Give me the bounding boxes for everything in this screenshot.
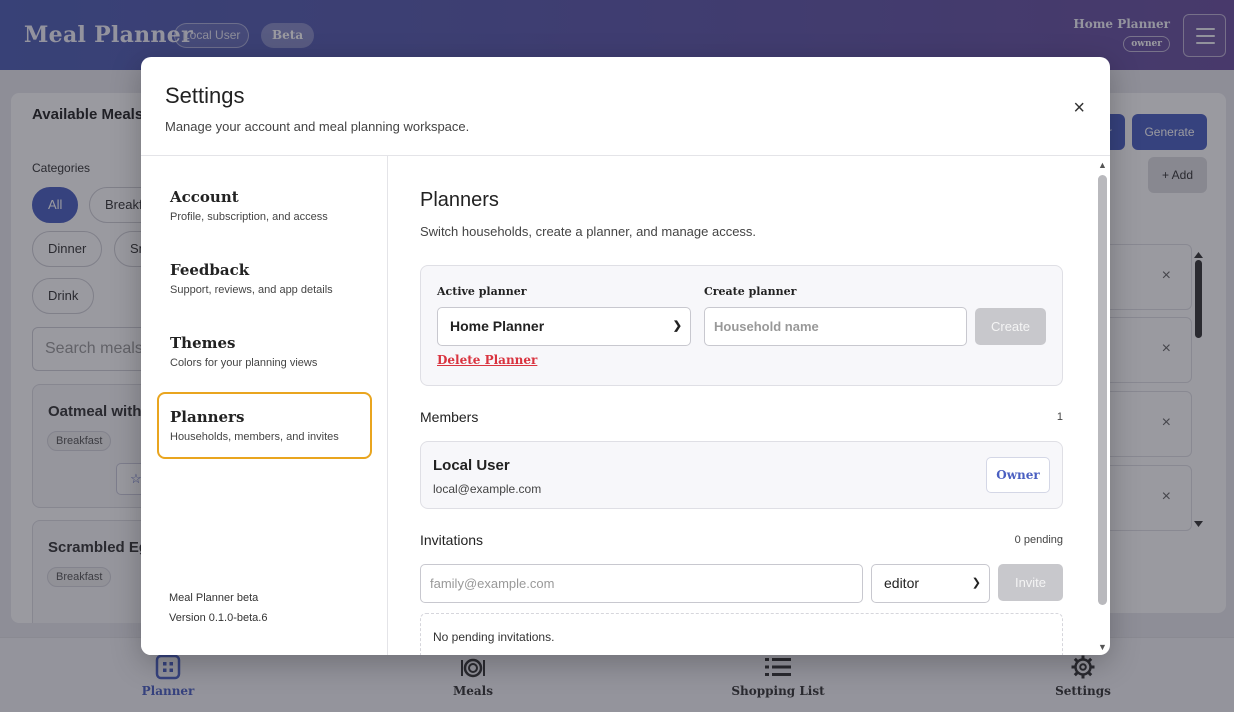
- sidebar-item-title: Planners: [170, 408, 245, 426]
- sidebar-item-title: Themes: [170, 334, 236, 352]
- sidebar-item-title: Account: [170, 188, 239, 206]
- active-planner-select[interactable]: Home Planner ❯: [437, 307, 691, 346]
- modal-scrollbar[interactable]: ▲ ▼: [1095, 157, 1110, 655]
- delete-planner-link[interactable]: Delete Planner: [437, 353, 537, 367]
- settings-sidebar: Account Profile, subscription, and acces…: [141, 156, 388, 655]
- planners-section: Planners Switch households, create a pla…: [389, 156, 1094, 655]
- invitations-count: 0 pending: [1014, 534, 1063, 546]
- create-planner-button[interactable]: Create: [975, 308, 1046, 345]
- invite-role-select[interactable]: editor ❯: [871, 564, 990, 603]
- invitations-empty-state: No pending invitations.: [420, 613, 1063, 655]
- scroll-up-icon[interactable]: ▲: [1098, 161, 1107, 170]
- planner-config-box: Active planner Create planner Home Plann…: [420, 265, 1063, 386]
- sidebar-item-themes[interactable]: Themes Colors for your planning views: [157, 318, 372, 385]
- section-title: Planners: [420, 189, 499, 211]
- empty-state-text: No pending invitations.: [433, 630, 555, 644]
- sidebar-item-account[interactable]: Account Profile, subscription, and acces…: [157, 172, 372, 239]
- sidebar-item-planners[interactable]: Planners Households, members, and invite…: [157, 392, 372, 459]
- sidebar-item-feedback[interactable]: Feedback Support, reviews, and app detai…: [157, 245, 372, 312]
- member-role-button[interactable]: Owner: [986, 457, 1050, 493]
- member-row: Local User local@example.com Owner: [420, 441, 1063, 509]
- chevron-down-icon: ❯: [971, 577, 981, 589]
- member-name: Local User: [433, 457, 510, 474]
- invite-email-input[interactable]: family@example.com: [420, 564, 863, 603]
- sidebar-item-desc: Colors for your planning views: [170, 357, 318, 369]
- create-planner-label: Create planner: [704, 285, 797, 298]
- modal-header: Settings Manage your account and meal pl…: [141, 57, 1110, 156]
- scroll-thumb[interactable]: [1098, 175, 1107, 605]
- sidebar-item-desc: Support, reviews, and app details: [170, 284, 333, 296]
- sidebar-item-desc: Households, members, and invites: [170, 431, 339, 443]
- members-label: Members: [420, 409, 479, 425]
- modal-title: Settings: [165, 83, 245, 108]
- invite-role-value: editor: [884, 575, 920, 591]
- sidebar-item-desc: Profile, subscription, and access: [170, 211, 328, 223]
- active-planner-label: Active planner: [437, 285, 527, 298]
- active-planner-value: Home Planner: [450, 318, 545, 334]
- chevron-down-icon: ❯: [672, 320, 682, 332]
- invitations-label: Invitations: [420, 532, 484, 548]
- modal-subtitle: Manage your account and meal planning wo…: [165, 119, 470, 134]
- app-version: Version 0.1.0-beta.6: [169, 612, 268, 624]
- scroll-down-icon[interactable]: ▼: [1098, 643, 1107, 652]
- section-subtitle: Switch households, create a planner, and…: [420, 224, 757, 239]
- sidebar-item-title: Feedback: [170, 261, 250, 279]
- invite-button[interactable]: Invite: [998, 564, 1063, 601]
- app-name-footer: Meal Planner beta: [169, 592, 259, 604]
- household-name-input[interactable]: Household name: [704, 307, 967, 346]
- member-email: local@example.com: [433, 482, 542, 496]
- settings-modal: Settings Manage your account and meal pl…: [141, 57, 1110, 655]
- close-icon[interactable]: ×: [1073, 97, 1085, 119]
- members-count: 1: [1056, 411, 1063, 423]
